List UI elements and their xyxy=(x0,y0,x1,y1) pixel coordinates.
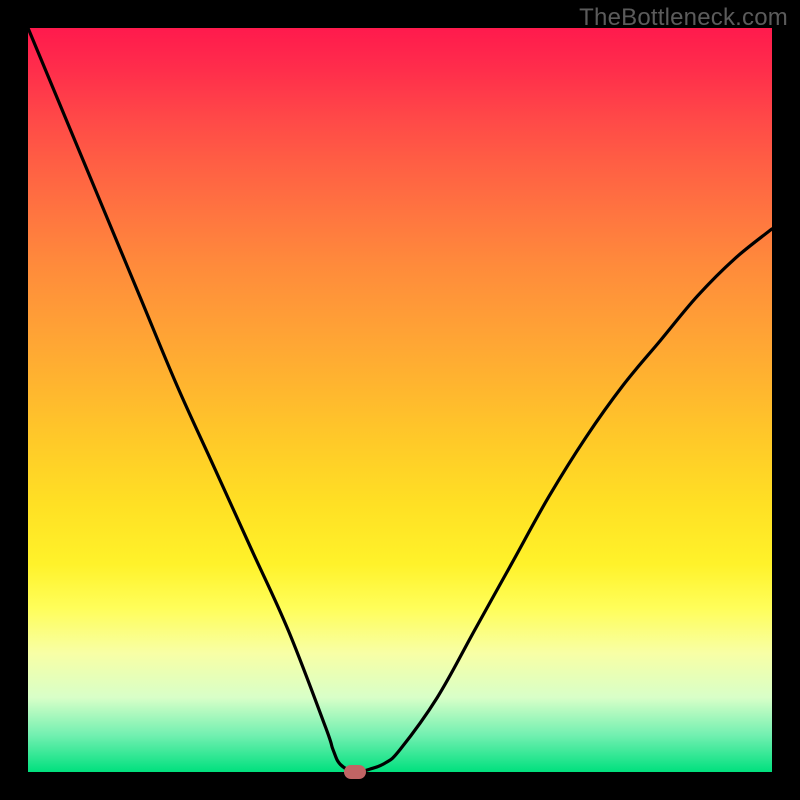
curve-svg xyxy=(28,28,772,772)
chart-frame: TheBottleneck.com xyxy=(0,0,800,800)
plot-area xyxy=(28,28,772,772)
optimal-point-marker xyxy=(344,765,366,779)
bottleneck-curve-path xyxy=(28,28,772,772)
watermark-text: TheBottleneck.com xyxy=(579,4,788,32)
